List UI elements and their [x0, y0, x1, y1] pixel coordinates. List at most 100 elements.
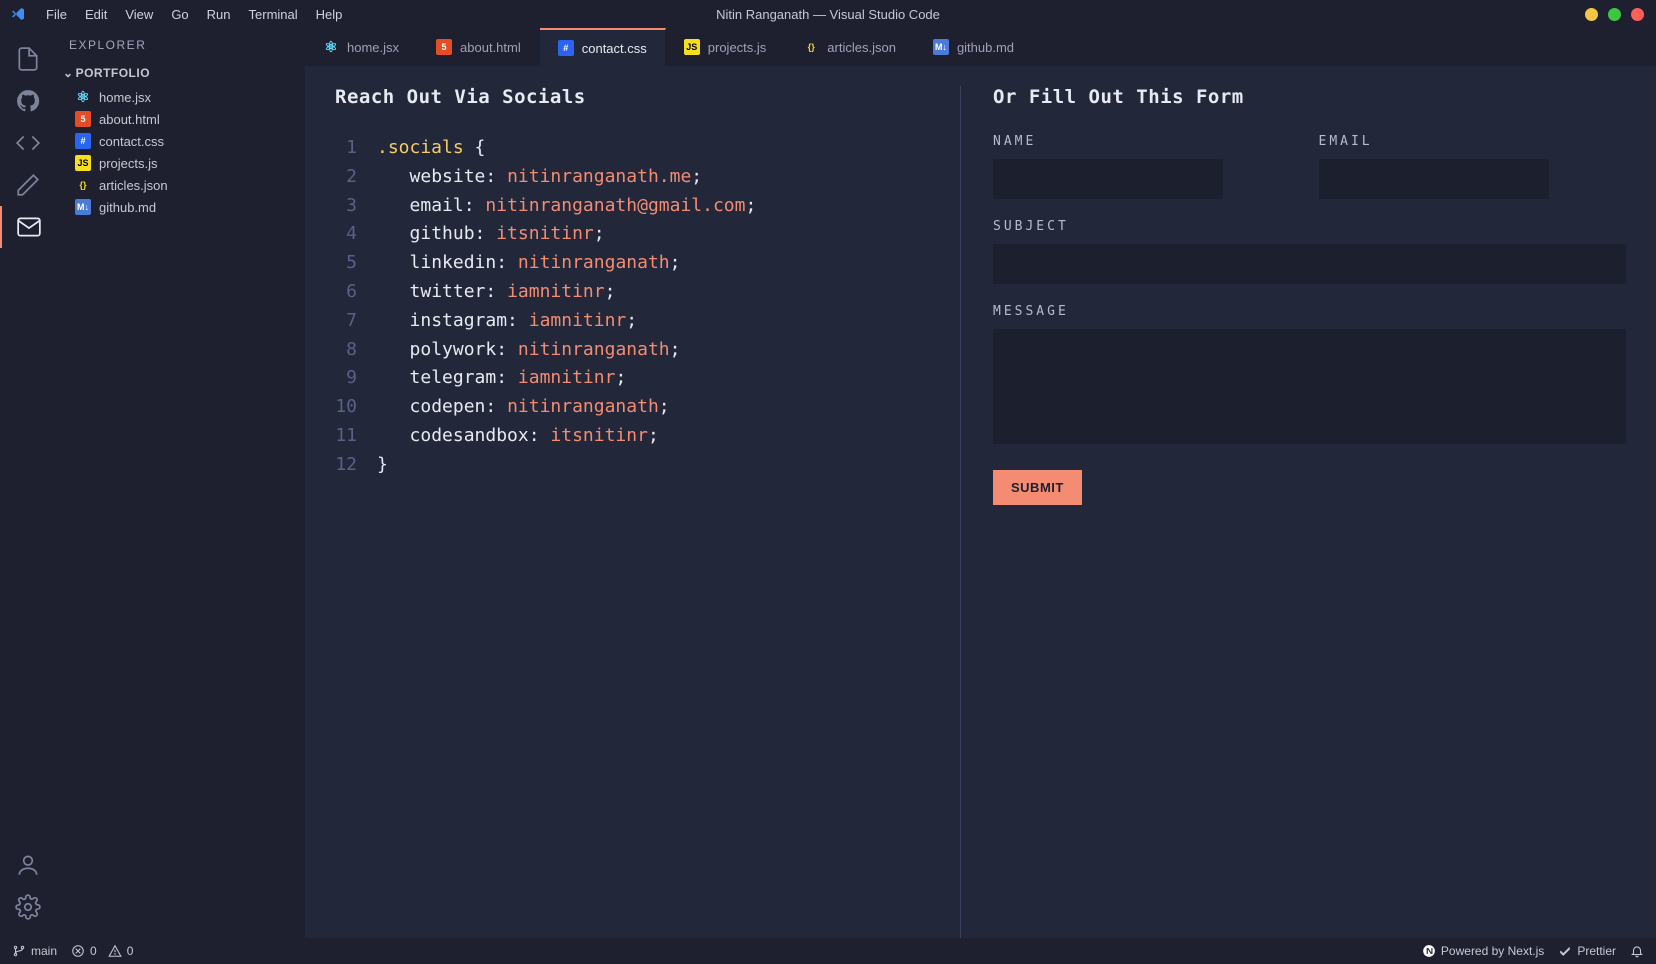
code-text: codesandbox: itsnitinr; — [377, 422, 659, 451]
chevron-down-icon: ⌄ — [63, 66, 74, 80]
file-github-md[interactable]: M↓ github.md — [55, 196, 305, 218]
settings-activity[interactable] — [0, 886, 55, 928]
status-prettier-label: Prettier — [1577, 944, 1616, 958]
account-activity[interactable] — [0, 844, 55, 886]
code-text: .socials { — [377, 134, 485, 163]
react-icon: ⚛ — [75, 89, 91, 105]
tab-home-jsx[interactable]: ⚛home.jsx — [305, 28, 418, 66]
code-line: 4 github: itsnitinr; — [335, 220, 950, 249]
menu-run[interactable]: Run — [199, 4, 239, 25]
mail-activity[interactable] — [0, 206, 55, 248]
window-controls[interactable] — [1585, 8, 1644, 21]
tabs: ⚛home.jsx5about.html # contact.css JSprojec… — [305, 28, 1656, 66]
status-warnings-count: 0 — [127, 944, 134, 958]
file-about-html[interactable]: 5 about.html — [55, 108, 305, 130]
file-contact-css[interactable]: #contact.css — [55, 130, 305, 152]
vscode-icon — [10, 6, 26, 22]
code-line: 12} — [335, 451, 950, 480]
code-text: } — [377, 451, 388, 480]
status-errors[interactable]: 0 0 — [71, 944, 133, 958]
editor-area: ⚛home.jsx5about.html # contact.css JSprojec… — [305, 28, 1656, 938]
subject-input[interactable] — [993, 244, 1626, 284]
activity-bar — [0, 28, 55, 938]
js-icon: JS — [684, 39, 700, 55]
tab-articles-json[interactable]: {}articles.json — [785, 28, 915, 66]
code-heading: Reach Out Via Socials — [335, 86, 950, 108]
tab-label: github.md — [957, 40, 1014, 55]
email-input[interactable] — [1319, 159, 1549, 199]
name-input[interactable] — [993, 159, 1223, 199]
line-number: 11 — [335, 422, 377, 451]
file-home-jsx[interactable]: ⚛home.jsx — [55, 86, 305, 108]
code-text: github: itsnitinr; — [377, 220, 605, 249]
tab-label: contact.css — [582, 41, 647, 56]
react-icon: ⚛ — [323, 39, 339, 55]
file-articles-json[interactable]: {}articles.json — [55, 174, 305, 196]
js-icon: JS — [75, 155, 91, 171]
line-number: 6 — [335, 278, 377, 307]
message-input[interactable] — [993, 329, 1626, 444]
file-label: about.html — [99, 112, 160, 127]
tab-contact-css[interactable]: # contact.css — [540, 28, 666, 66]
code-text: codepen: nitinranganath; — [377, 393, 670, 422]
status-branch[interactable]: main — [12, 944, 57, 958]
edit-activity[interactable] — [0, 164, 55, 206]
status-powered[interactable]: Powered by Next.js — [1422, 944, 1544, 958]
code-line: 2 website: nitinranganath.me; — [335, 163, 950, 192]
code-activity[interactable] — [0, 122, 55, 164]
menu-help[interactable]: Help — [308, 4, 351, 25]
name-label: NAME — [993, 134, 1301, 149]
css-icon: # — [558, 40, 574, 56]
file-label: articles.json — [99, 178, 168, 193]
message-label: MESSAGE — [993, 304, 1626, 319]
minimize-icon[interactable] — [1585, 8, 1598, 21]
sidebar-section-label: PORTFOLIO — [76, 66, 151, 80]
menu-terminal[interactable]: Terminal — [241, 4, 306, 25]
code-text: email: nitinranganath@gmail.com; — [377, 192, 756, 221]
status-errors-count: 0 — [90, 944, 97, 958]
code-text: linkedin: nitinranganath; — [377, 249, 680, 278]
tab-projects-js[interactable]: JSprojects.js — [666, 28, 786, 66]
menu-view[interactable]: View — [117, 4, 161, 25]
line-number: 10 — [335, 393, 377, 422]
code-line: 9 telegram: iamnitinr; — [335, 364, 950, 393]
code-text: telegram: iamnitinr; — [377, 364, 626, 393]
email-label: EMAIL — [1319, 134, 1627, 149]
file-list: ⚛home.jsx 5 about.html #contact.css JS projec… — [55, 84, 305, 220]
code-text: instagram: iamnitinr; — [377, 307, 637, 336]
menu-file[interactable]: File — [38, 4, 75, 25]
submit-button[interactable]: SUBMIT — [993, 470, 1082, 505]
status-branch-label: main — [31, 944, 57, 958]
code-line: 3 email: nitinranganath@gmail.com; — [335, 192, 950, 221]
status-bell[interactable] — [1630, 944, 1644, 958]
code-text: polywork: nitinranganath; — [377, 336, 680, 365]
line-number: 3 — [335, 192, 377, 221]
line-number: 2 — [335, 163, 377, 192]
status-prettier[interactable]: Prettier — [1558, 944, 1616, 958]
line-number: 5 — [335, 249, 377, 278]
menu-edit[interactable]: Edit — [77, 4, 115, 25]
github-activity[interactable] — [0, 80, 55, 122]
tab-github-md[interactable]: M↓github.md — [915, 28, 1033, 66]
line-number: 9 — [335, 364, 377, 393]
close-icon[interactable] — [1631, 8, 1644, 21]
file-label: projects.js — [99, 156, 158, 171]
form-pane: Or Fill Out This Form NAME EMAIL SUBJECT — [960, 86, 1626, 938]
code-pane: Reach Out Via Socials 1.socials {2 websi… — [335, 86, 950, 938]
explorer-activity[interactable] — [0, 38, 55, 80]
file-label: github.md — [99, 200, 156, 215]
code-line: 1.socials { — [335, 134, 950, 163]
file-label: contact.css — [99, 134, 164, 149]
form-heading: Or Fill Out This Form — [993, 86, 1626, 108]
file-projects-js[interactable]: JS projects.js — [55, 152, 305, 174]
html-icon: 5 — [75, 111, 91, 127]
menubar: FileEditViewGoRunTerminalHelp — [38, 4, 350, 25]
line-number: 8 — [335, 336, 377, 365]
sidebar-section-header[interactable]: ⌄ PORTFOLIO — [55, 62, 305, 84]
tab-about-html[interactable]: 5about.html — [418, 28, 540, 66]
sidebar: EXPLORER ⌄ PORTFOLIO ⚛home.jsx5about.htm… — [55, 28, 305, 938]
menu-go[interactable]: Go — [163, 4, 196, 25]
code-line: 6 twitter: iamnitinr; — [335, 278, 950, 307]
md-icon: M↓ — [75, 199, 91, 215]
maximize-icon[interactable] — [1608, 8, 1621, 21]
